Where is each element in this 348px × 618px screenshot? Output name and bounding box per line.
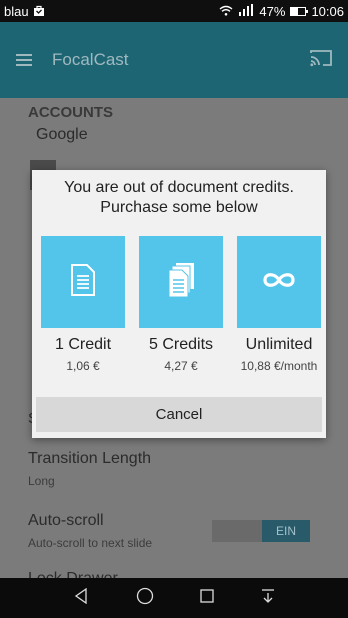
clock: 10:06 (311, 3, 344, 19)
toggle-on-label: EIN (262, 520, 310, 542)
dialog-message: You are out of document credits. Purchas… (32, 178, 326, 218)
cast-icon[interactable] (310, 49, 332, 72)
battery-percent: 47% (259, 3, 286, 19)
option-unlimited-price: 10,88 €/month (240, 359, 318, 373)
option-unlimited-label: Unlimited (245, 336, 313, 353)
battery-icon (290, 6, 309, 16)
auto-scroll-subtitle: Auto-scroll to next slide (28, 536, 153, 550)
recents-icon[interactable] (200, 588, 214, 608)
status-bar: blau 47% 10:06 (0, 0, 348, 22)
document-icon (70, 263, 96, 302)
option-1-credit[interactable]: 1 Credit 1,06 € (41, 236, 125, 376)
option-unlimited-tile[interactable] (237, 236, 321, 328)
auto-scroll-title[interactable]: Auto-scroll (28, 512, 104, 530)
navigation-bar (0, 578, 348, 618)
option-5-credits-label: 5 Credits (148, 336, 214, 353)
cancel-button[interactable]: Cancel (36, 397, 322, 432)
option-1-credit-price: 1,06 € (66, 359, 100, 373)
document-stack-icon (166, 262, 196, 303)
option-5-credits[interactable]: 5 Credits 4,27 € (139, 236, 223, 376)
transition-length-value: Long (28, 474, 55, 488)
carrier-label: blau (4, 3, 29, 19)
home-icon[interactable] (136, 587, 154, 610)
option-5-credits-tile[interactable] (139, 236, 223, 328)
notification-bag-icon (33, 4, 45, 19)
purchase-credits-dialog: You are out of document credits. Purchas… (32, 170, 326, 438)
accounts-header: ACCOUNTS (28, 104, 113, 121)
transition-length-title[interactable]: Transition Length (28, 450, 151, 468)
auto-scroll-toggle[interactable]: EIN (212, 520, 310, 542)
app-bar: FocalCast (0, 22, 348, 98)
app-title: FocalCast (52, 50, 129, 69)
account-google[interactable]: Google (36, 126, 88, 144)
option-unlimited[interactable]: Unlimited 10,88 €/month (237, 236, 321, 376)
lock-drawer-title[interactable]: Lock Drawer (28, 570, 118, 578)
back-icon[interactable] (73, 587, 89, 609)
infinity-icon (260, 270, 298, 295)
wifi-icon (219, 4, 233, 19)
hamburger-menu-icon[interactable] (16, 54, 32, 66)
option-5-credits-price: 4,27 € (164, 359, 198, 373)
dialog-message-line2: Purchase some below (100, 199, 258, 216)
signal-icon (238, 3, 254, 19)
dialog-message-line1: You are out of document credits. (64, 179, 294, 196)
option-1-credit-tile[interactable] (41, 236, 125, 328)
notification-pulldown-icon[interactable] (261, 588, 275, 609)
option-1-credit-label: 1 Credit (54, 336, 112, 353)
